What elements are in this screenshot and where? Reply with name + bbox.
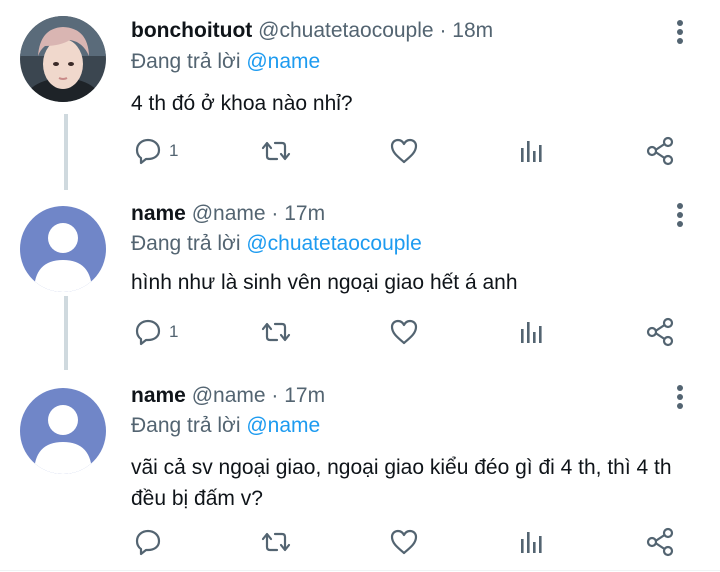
display-name[interactable]: bonchoituot	[131, 19, 252, 42]
heart-icon	[390, 138, 418, 164]
tweet[interactable]: bonchoituot @chuatetaocouple · 18m Đang …	[0, 0, 720, 190]
bar-chart-icon	[521, 322, 542, 343]
replying-to-line: Đang trả lời @name	[131, 47, 320, 77]
retweet-icon	[261, 532, 291, 552]
tweet[interactable]: name @name · 17m Đang trả lời @chuatetao…	[0, 190, 720, 370]
replying-to-line: Đang trả lời @name	[131, 411, 320, 441]
like-button[interactable]	[389, 526, 419, 558]
timestamp[interactable]: 18m	[452, 19, 493, 42]
display-name[interactable]: name	[131, 202, 186, 225]
more-options-button[interactable]	[668, 382, 692, 412]
user-photo-avatar	[20, 16, 106, 102]
replying-to-label: Đang trả lời	[131, 414, 241, 437]
reply-count: 1	[169, 141, 179, 160]
mention-link[interactable]: @name	[246, 50, 320, 73]
views-button[interactable]	[517, 316, 547, 348]
user-handle[interactable]: @chuatetaocouple	[258, 19, 433, 42]
tweet-text: hình như là sinh vên ngoại giao hết á an…	[131, 271, 518, 294]
more-options-button[interactable]	[668, 200, 692, 230]
user-handle[interactable]: @name	[192, 384, 266, 407]
bottom-divider	[0, 570, 720, 571]
replying-to-label: Đang trả lời	[131, 50, 241, 73]
separator-dot: ·	[271, 202, 279, 225]
share-icon	[646, 317, 674, 347]
tweet[interactable]: name @name · 17m Đang trả lời @name vãi …	[0, 370, 720, 572]
tweet-actions	[0, 526, 720, 558]
avatar[interactable]	[20, 206, 106, 292]
views-button[interactable]	[517, 135, 547, 167]
retweet-icon	[261, 141, 291, 161]
share-icon	[646, 136, 674, 166]
separator-dot: ·	[439, 19, 447, 42]
timestamp[interactable]: 17m	[284, 202, 325, 225]
retweet-button[interactable]	[261, 526, 291, 558]
timestamp[interactable]: 17m	[284, 384, 325, 407]
tweet-header: name @name · 17m	[131, 199, 325, 229]
views-button[interactable]	[517, 526, 547, 558]
heart-icon	[390, 529, 418, 555]
reply-button[interactable]: 1	[133, 135, 178, 167]
avatar[interactable]	[20, 388, 106, 474]
tweet-header: bonchoituot @chuatetaocouple · 18m	[131, 16, 493, 46]
like-button[interactable]	[389, 316, 419, 348]
user-handle[interactable]: @name	[192, 202, 266, 225]
reply-count: 1	[169, 322, 179, 341]
reply-button[interactable]	[133, 526, 169, 558]
share-button[interactable]	[645, 135, 675, 167]
mention-link[interactable]: @name	[246, 414, 320, 437]
default-avatar-icon	[20, 388, 106, 474]
replying-to-label: Đang trả lời	[131, 232, 241, 255]
bar-chart-icon	[521, 141, 542, 162]
default-avatar-icon	[20, 206, 106, 292]
retweet-button[interactable]	[261, 135, 291, 167]
bar-chart-icon	[521, 532, 542, 553]
replying-to-line: Đang trả lời @chuatetaocouple	[131, 229, 422, 259]
mention-link[interactable]: @chuatetaocouple	[246, 232, 421, 255]
tweet-header: name @name · 17m	[131, 381, 325, 411]
more-vertical-icon	[677, 203, 683, 209]
speech-bubble-icon	[135, 138, 161, 165]
like-button[interactable]	[389, 135, 419, 167]
retweet-button[interactable]	[261, 316, 291, 348]
tweet-actions: 1	[0, 135, 720, 167]
more-vertical-icon	[677, 385, 683, 391]
reply-thread: bonchoituot @chuatetaocouple · 18m Đang …	[0, 0, 720, 572]
reply-button[interactable]: 1	[133, 316, 178, 348]
share-icon	[646, 527, 674, 557]
retweet-icon	[261, 322, 291, 342]
tweet-text: vãi cả sv ngoại giao, ngoại giao kiểu đé…	[131, 456, 672, 510]
tweet-actions: 1	[0, 316, 720, 348]
more-options-button[interactable]	[668, 17, 692, 47]
more-vertical-icon	[677, 20, 683, 26]
tweet-text: 4 th đó ở khoa nào nhỉ?	[131, 92, 353, 115]
heart-icon	[390, 319, 418, 345]
speech-bubble-icon	[135, 319, 161, 346]
share-button[interactable]	[645, 526, 675, 558]
avatar[interactable]	[20, 16, 106, 102]
separator-dot: ·	[271, 384, 279, 407]
share-button[interactable]	[645, 316, 675, 348]
speech-bubble-icon	[135, 529, 161, 556]
display-name[interactable]: name	[131, 384, 186, 407]
